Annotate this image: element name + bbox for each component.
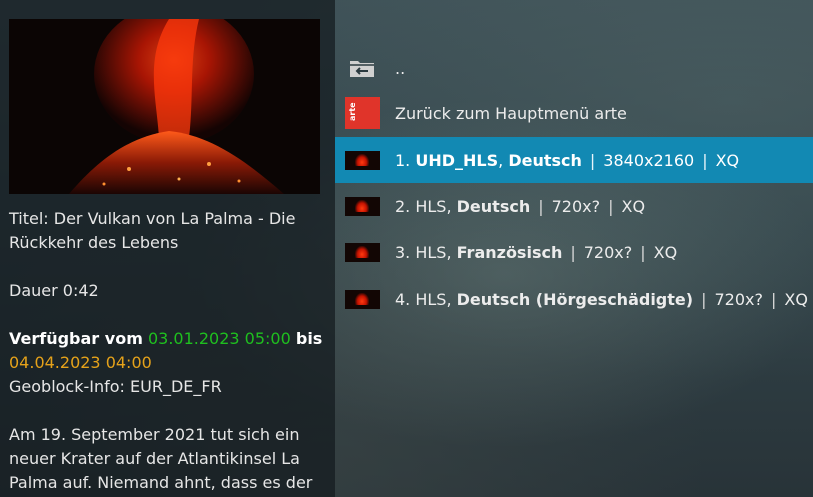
availability-prefix: Verfügbar vom: [9, 329, 143, 348]
availability-mid: bis: [295, 329, 323, 348]
info-text: Titel: Der Vulkan von La Palma - Die Rüc…: [9, 207, 329, 495]
back-to-main-menu-item[interactable]: arte Zurück zum Hauptmenü arte: [335, 90, 813, 136]
parent-folder-label: ..: [395, 58, 406, 78]
stream-thumb-icon: [344, 150, 380, 170]
stream-item-4[interactable]: 4. HLS, Deutsch (Hörgeschädigte) | 720x? | X…: [335, 276, 813, 322]
arte-logo-text: arte: [347, 102, 357, 121]
back-to-main-menu-label: Zurück zum Hauptmenü arte: [395, 103, 627, 123]
stream-item-2-label: 2. HLS, Deutsch | 720x? | XQ: [395, 196, 646, 216]
stream-item-4-label: 4. HLS, Deutsch (Hörgeschädigte) | 720x? | X…: [395, 289, 808, 309]
title-line: Titel: Der Vulkan von La Palma - Die Rüc…: [9, 209, 296, 252]
availability-from: 03.01.2023 05:00: [147, 329, 291, 348]
thumbnail-image: [9, 19, 320, 194]
stream-thumb-icon: [344, 242, 380, 262]
info-panel: Titel: Der Vulkan von La Palma - Die Rüc…: [0, 0, 335, 497]
duration: Dauer 0:42: [9, 281, 99, 300]
stream-thumb-icon: [344, 289, 380, 309]
stream-thumb-icon: [344, 196, 380, 216]
arte-logo-icon: arte: [344, 97, 380, 129]
geoblock-info: Geoblock-Info: EUR_DE_FR: [9, 377, 222, 396]
parent-folder-item[interactable]: ..: [335, 45, 813, 91]
folder-back-icon: [344, 58, 380, 78]
stream-item-1-label: 1. UHD_HLS, Deutsch | 3840x2160 | XQ: [395, 150, 740, 170]
availability: Verfügbar vom 03.01.2023 05:00 bis 04.04…: [9, 327, 329, 375]
stream-item-3-label: 3. HLS, Französisch | 720x? | XQ: [395, 242, 678, 262]
stream-item-3[interactable]: 3. HLS, Französisch | 720x? | XQ: [335, 229, 813, 275]
stream-item-2[interactable]: 2. HLS, Deutsch | 720x? | XQ: [335, 183, 813, 229]
description: Am 19. September 2021 tut sich ein neuer…: [9, 425, 313, 492]
stream-list: .. arte Zurück zum Hauptmenü arte 1. UHD…: [335, 0, 813, 497]
stream-item-1[interactable]: 1. UHD_HLS, Deutsch | 3840x2160 | XQ: [335, 137, 813, 183]
availability-to: 04.04.2023 04:00: [9, 353, 152, 372]
